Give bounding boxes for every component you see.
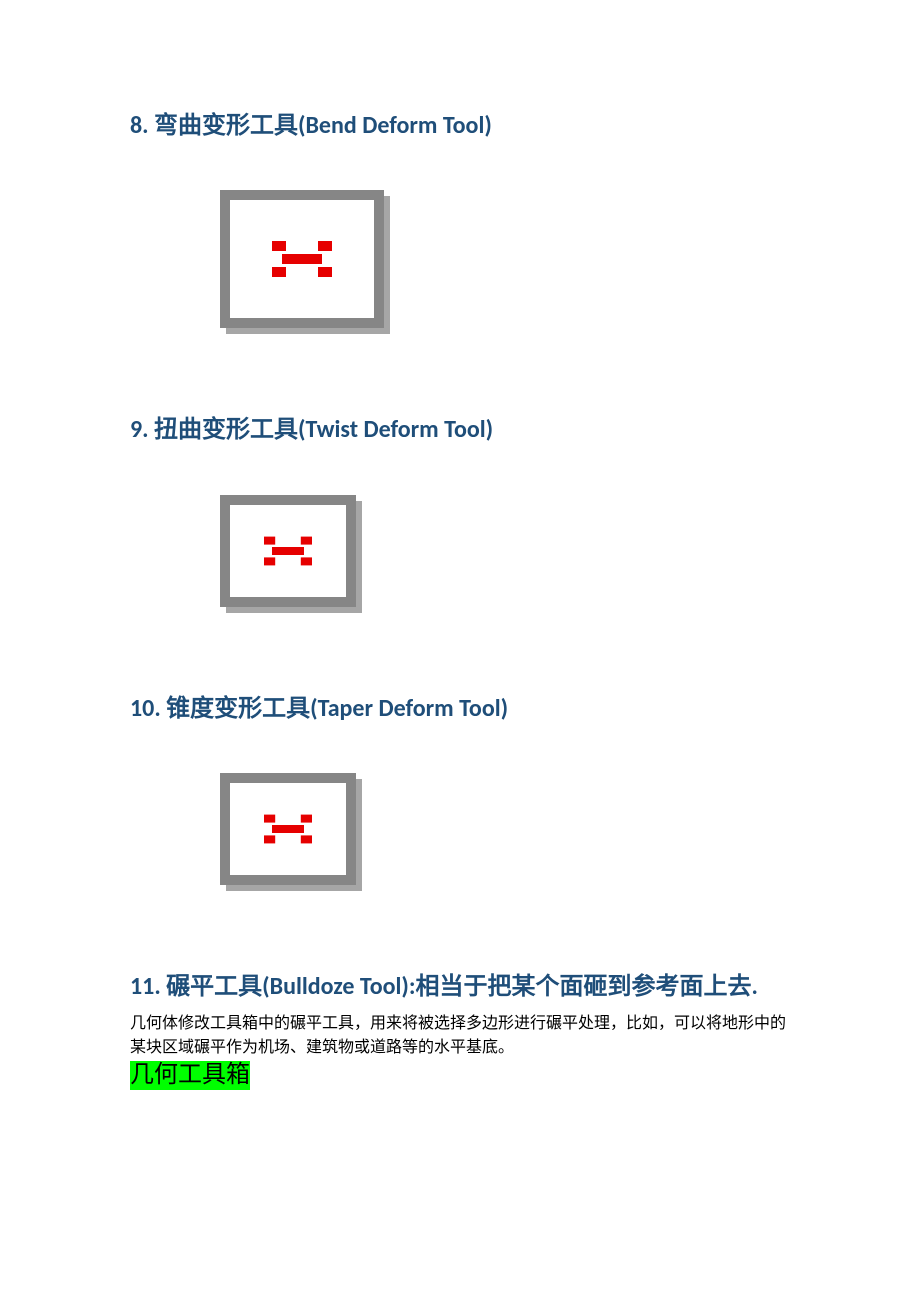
section-11: 11. 碾平工具(Bulldoze Tool):相当于把某个面砸到参考面上去. … [130,971,790,1090]
section-8-heading: 8. 弯曲变形工具(Bend Deform Tool) [130,110,790,142]
section-11-heading: 11. 碾平工具(Bulldoze Tool):相当于把某个面砸到参考面上去. [130,971,790,1003]
section-9-image-placeholder [220,495,790,607]
section-10: 10. 锥度变形工具(Taper Deform Tool) [130,693,790,885]
section-9: 9. 扭曲变形工具(Twist Deform Tool) [130,414,790,606]
section-10-image-placeholder [220,773,790,885]
document-page: 8. 弯曲变形工具(Bend Deform Tool) 9. 扭曲变形工具(Tw… [0,0,920,1090]
section-8: 8. 弯曲变形工具(Bend Deform Tool) [130,110,790,328]
section-11-highlight: 几何工具箱 [130,1061,250,1090]
section-9-heading: 9. 扭曲变形工具(Twist Deform Tool) [130,414,790,446]
broken-image-icon [220,773,356,885]
broken-image-x-icon [272,241,332,277]
broken-image-x-icon [264,536,312,566]
broken-image-icon [220,495,356,607]
section-8-image-placeholder [220,190,790,328]
broken-image-x-icon [264,814,312,844]
section-10-heading: 10. 锥度变形工具(Taper Deform Tool) [130,693,790,725]
broken-image-icon [220,190,384,328]
section-11-body: 几何体修改工具箱中的碾平工具，用来将被选择多边形进行碾平处理，比如，可以将地形中… [130,1012,790,1062]
